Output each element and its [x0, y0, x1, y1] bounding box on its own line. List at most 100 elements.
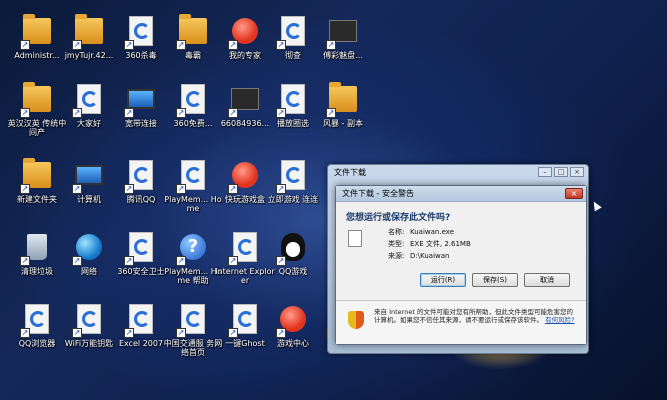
dark-icon: ↗: [326, 14, 358, 50]
ie-logo-icon: [238, 311, 254, 327]
risk-link[interactable]: 有何风险?: [545, 316, 574, 324]
shortcut-arrow-icon: ↗: [124, 256, 134, 266]
trash-icon: [27, 234, 47, 260]
maximize-button[interactable]: □: [554, 167, 568, 177]
shortcut-arrow-icon: ↗: [176, 40, 186, 50]
file-icon: [348, 230, 362, 247]
image-icon: [329, 20, 357, 42]
desktop-icon-label: 360免费...: [173, 119, 213, 128]
shortcut-arrow-icon: ↗: [124, 108, 134, 118]
dialog-buttons: 运行(R) 保存(S) 取消: [420, 273, 570, 287]
desktop-icon-label: QQ游戏: [278, 267, 308, 276]
bin-icon: ↗: [20, 230, 52, 266]
doc-icon: ↗: [176, 302, 208, 338]
desktop-icon-label: 毒霸: [185, 51, 201, 60]
ie-logo-icon: [134, 23, 150, 39]
desktop-icon-label: WiFi万能钥匙: [64, 339, 114, 348]
ie-logo-icon: [82, 311, 98, 327]
dialog-close-button[interactable]: ×: [565, 188, 583, 199]
shortcut-arrow-icon: ↗: [228, 328, 238, 338]
desktop-icon[interactable]: ↗ 傅彩魅盘...: [312, 14, 374, 60]
shortcut-arrow-icon: ↗: [228, 108, 238, 118]
shortcut-arrow-icon: ↗: [176, 256, 186, 266]
shortcut-arrow-icon: ↗: [20, 184, 30, 194]
desktop-icon-label: 大家好: [77, 119, 101, 128]
ie-logo-icon: [286, 167, 302, 183]
doc-icon: ↗: [228, 302, 260, 338]
desktop-icon-label: 傅彩魅盘...: [323, 51, 363, 60]
shortcut-arrow-icon: ↗: [20, 40, 30, 50]
file-source-value: D:\Kuaiwan: [410, 252, 450, 260]
ie-logo-icon: [186, 91, 202, 107]
shortcut-arrow-icon: ↗: [276, 328, 286, 338]
desktop-icon[interactable]: ↗ QQ游戏: [262, 230, 324, 276]
folder-icon: ↗: [72, 14, 104, 50]
desktop-icon-label: Excel 2007: [118, 339, 164, 348]
shortcut-arrow-icon: ↗: [176, 328, 186, 338]
desktop-icon-label: 快玩游戏盒: [225, 195, 265, 204]
desktop-icon-label: 计算机: [77, 195, 101, 204]
shortcut-arrow-icon: ↗: [72, 328, 82, 338]
doc-icon: ↗: [276, 14, 308, 50]
doc-icon: ↗: [276, 82, 308, 118]
cancel-button[interactable]: 取消: [524, 273, 570, 287]
folder-icon: ↗: [176, 14, 208, 50]
desktop-icon-label: Administr...: [14, 51, 60, 60]
shortcut-arrow-icon: ↗: [276, 256, 286, 266]
desktop-icon-label: 360杀毒: [125, 51, 157, 60]
desktop-icon-label: 一键Ghost: [225, 339, 265, 348]
doc-icon: ↗: [20, 302, 52, 338]
shortcut-arrow-icon: ↗: [20, 108, 30, 118]
ie-logo-icon: [134, 239, 150, 255]
file-name-value: Kuaiwan.exe: [410, 228, 455, 236]
file-name-key: 名称:: [388, 228, 405, 236]
shortcut-arrow-icon: ↗: [176, 108, 186, 118]
computer-icon: [75, 165, 103, 185]
doc-icon: ↗: [276, 158, 308, 194]
ie-logo-icon: [238, 239, 254, 255]
desktop-icon-label: 立即游戏 连连: [267, 195, 319, 204]
dialog-title-bar: 文件下载 - 安全警告 ×: [336, 186, 586, 202]
shortcut-arrow-icon: ↗: [276, 184, 286, 194]
desktop-icon-label: 我的专家: [229, 51, 261, 60]
folder-icon: ↗: [20, 82, 52, 118]
shortcut-arrow-icon: ↗: [20, 328, 30, 338]
shortcut-arrow-icon: ↗: [228, 184, 238, 194]
desktop-icon-label: 风暴 - 副本: [323, 119, 363, 128]
warning-area: 来自 Internet 的文件可能对您有所帮助，但此文件类型可能危害您的计算机。…: [336, 300, 586, 344]
shortcut-arrow-icon: ↗: [228, 40, 238, 50]
close-button[interactable]: ×: [570, 167, 584, 177]
ie-logo-icon: [134, 311, 150, 327]
folder-icon: ↗: [20, 158, 52, 194]
desktop-icon-label: jmyTujr.42...: [64, 51, 114, 60]
security-warning-dialog[interactable]: 文件下载 - 安全警告 × 您想运行或保存此文件吗? 名称: Kuaiwan.e…: [335, 185, 587, 345]
globe-icon: ↗: [72, 230, 104, 266]
doc-icon: ↗: [228, 230, 260, 266]
file-type-value: EXE 文件, 2.61MB: [410, 240, 471, 248]
minimize-button[interactable]: –: [538, 167, 552, 177]
computer-icon: [127, 89, 155, 109]
file-type-row: 类型: EXE 文件, 2.61MB: [388, 238, 471, 250]
ie-logo-icon: [186, 167, 202, 183]
shortcut-arrow-icon: ↗: [228, 256, 238, 266]
desktop-icon[interactable]: ↗ 风暴 - 副本: [312, 82, 374, 128]
file-name-row: 名称: Kuaiwan.exe: [388, 226, 471, 238]
monitor-icon: ↗: [124, 82, 156, 118]
doc-icon: ↗: [176, 82, 208, 118]
folder-icon: ↗: [20, 14, 52, 50]
shortcut-arrow-icon: ↗: [124, 184, 134, 194]
ie-logo-icon: [286, 23, 302, 39]
desktop-icon[interactable]: ↗ 立即游戏 连连: [262, 158, 324, 204]
desktop-icon-label: 360安全卫士: [117, 267, 165, 276]
ie-logo-icon: [30, 311, 46, 327]
shortcut-arrow-icon: ↗: [276, 108, 286, 118]
doc-icon: ↗: [72, 302, 104, 338]
save-button[interactable]: 保存(S): [472, 273, 518, 287]
mouse-cursor-icon: [590, 199, 602, 212]
desktop-icon-label: 新建文件夹: [17, 195, 57, 204]
run-button[interactable]: 运行(R): [420, 273, 466, 287]
desktop-icon-label: QQ浏览器: [18, 339, 56, 348]
shortcut-arrow-icon: ↗: [326, 40, 336, 50]
window-controls: – □ ×: [538, 167, 584, 177]
doc-icon: ↗: [124, 158, 156, 194]
